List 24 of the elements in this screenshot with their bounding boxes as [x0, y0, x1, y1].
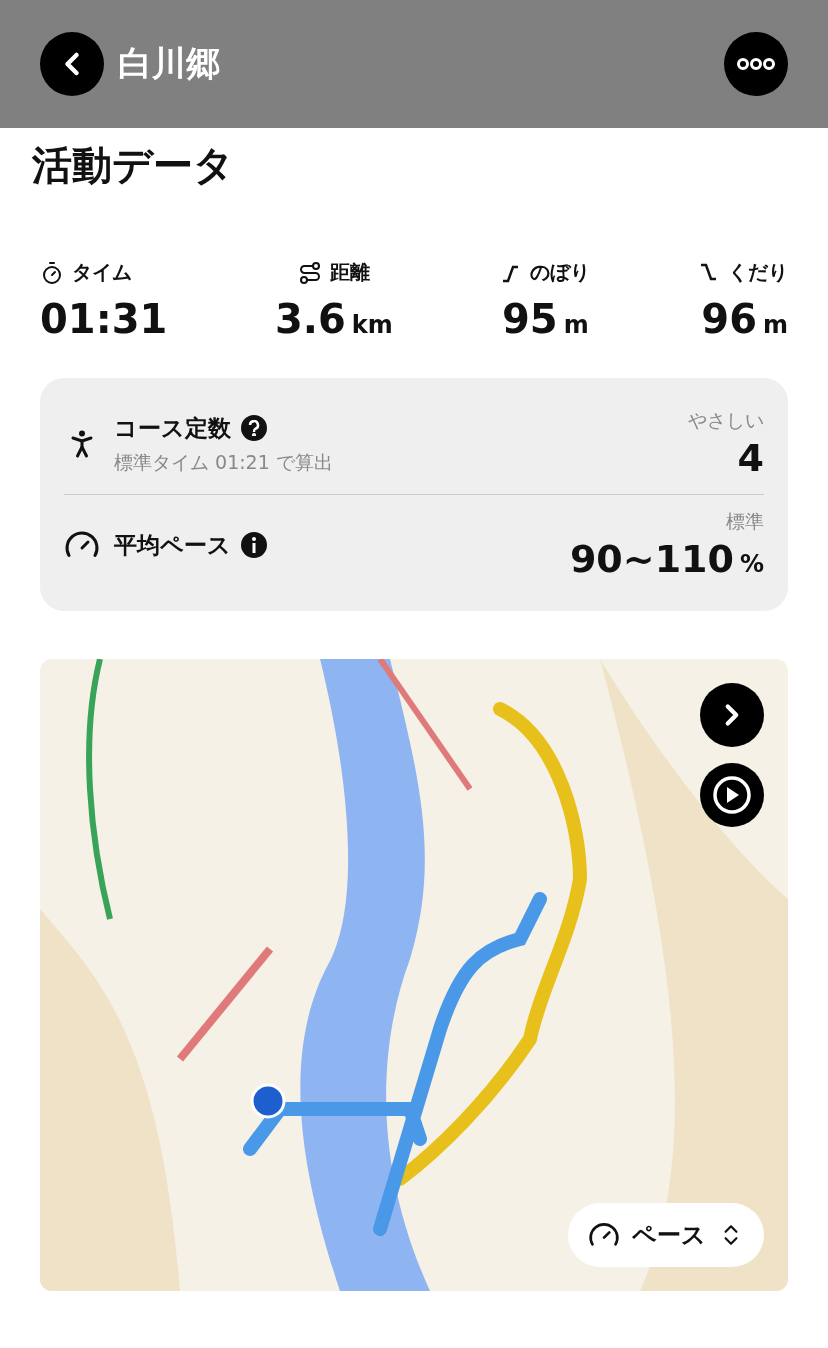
summary-note: 標準タイム 01:21 で算出: [114, 449, 333, 475]
page-title: 白川郷: [118, 42, 220, 85]
summary-label: 平均ペース: [114, 530, 231, 560]
pace-selector[interactable]: ペース: [568, 1203, 764, 1267]
summary-value: 4: [737, 436, 764, 480]
stat-label: タイム: [72, 259, 132, 286]
section-title: 活動データ: [31, 141, 235, 190]
help-icon[interactable]: [241, 415, 267, 441]
route-icon: [297, 260, 322, 285]
stat-label: くだり: [728, 259, 788, 286]
stat-label: のぼり: [530, 259, 591, 286]
summary-value: 90~110%: [569, 537, 764, 581]
stat-label: 距離: [329, 259, 370, 286]
stat-value: 95 m: [502, 296, 589, 342]
more-icon: [736, 57, 776, 71]
stopwatch-icon: [40, 260, 64, 285]
info-icon[interactable]: [241, 532, 267, 558]
rating-label: 標準: [726, 509, 764, 534]
stat-value: 3.6 km: [274, 296, 393, 342]
play-icon: [712, 775, 752, 815]
stat-value: 01:31: [40, 296, 168, 342]
stat-value: 96 m: [701, 296, 788, 342]
rating-label: やさしい: [688, 408, 764, 433]
summary-label: コース定数: [114, 413, 231, 443]
